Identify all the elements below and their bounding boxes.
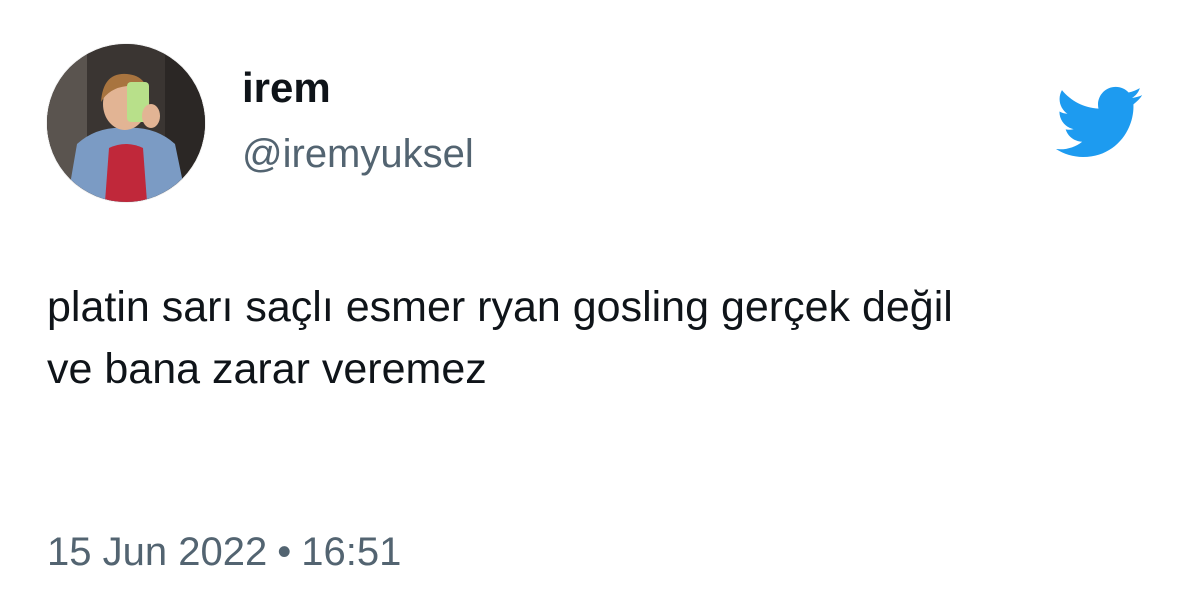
tweet-text-line: ve bana zarar veremez (47, 345, 487, 393)
timestamp-separator: • (277, 530, 292, 574)
tweet-text: platin sarı saçlı esmer ryan gosling ger… (47, 276, 1157, 400)
twitter-bird-glyph (1055, 86, 1143, 157)
tweet-date: 15 Jun 2022 (47, 530, 268, 574)
user-handle[interactable]: @iremyuksel (242, 134, 474, 174)
twitter-bird-icon[interactable] (1052, 84, 1144, 160)
display-name[interactable]: irem (242, 67, 331, 109)
tweet-card: irem @iremyuksel platin sarı saçlı esmer… (0, 0, 1200, 610)
tweet-time: 16:51 (301, 530, 402, 574)
tweet-timestamp[interactable]: 15 Jun 2022 • 16:51 (47, 532, 401, 572)
avatar-photo (47, 44, 205, 202)
tweet-text-line: platin sarı saçlı esmer ryan gosling ger… (47, 283, 953, 331)
avatar[interactable] (47, 44, 205, 202)
